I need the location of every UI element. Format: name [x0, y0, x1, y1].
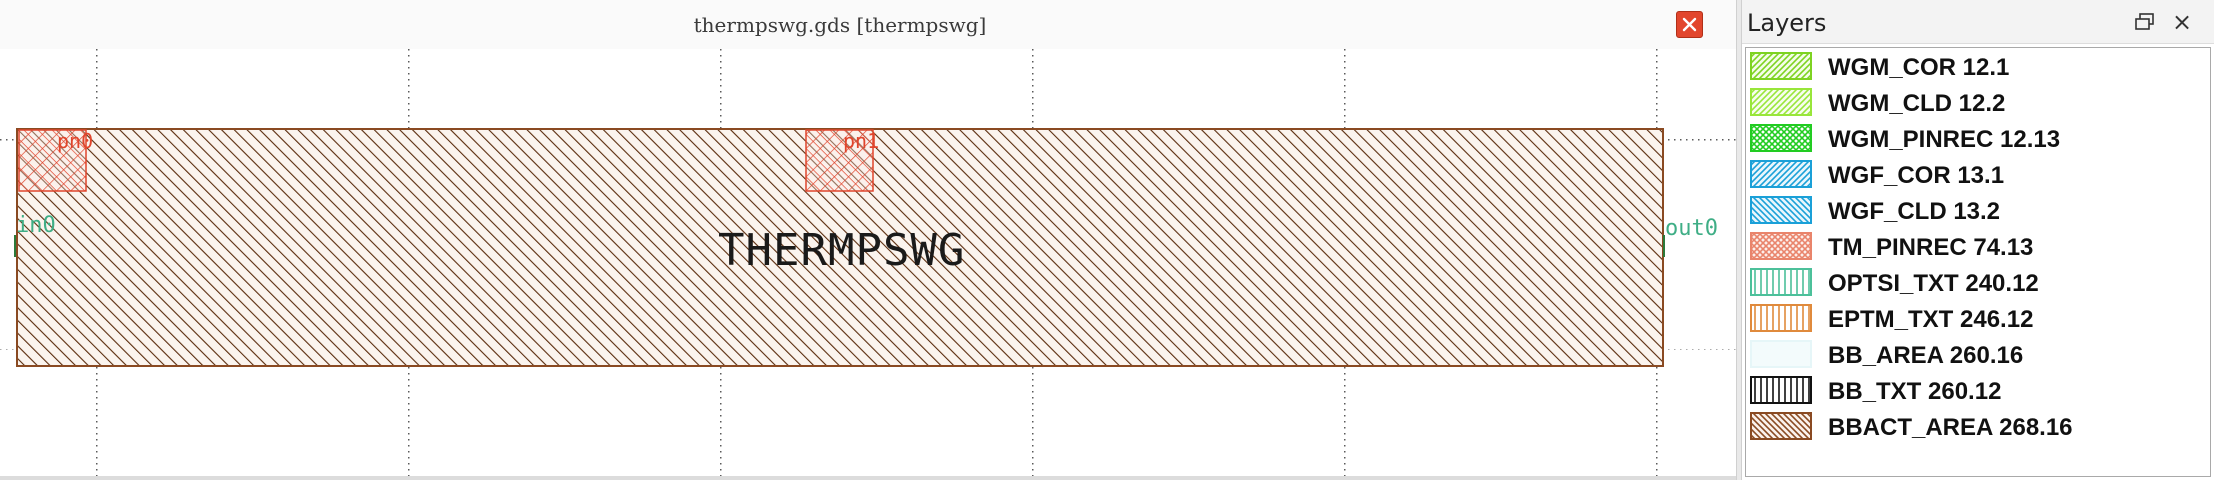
layer-row-wgf-cld[interactable]: WGF_CLD 13.2 [1746, 193, 2206, 229]
restore-window-icon [2135, 13, 2154, 30]
layer-swatch-icon [1750, 340, 1812, 368]
title-bar: thermpswg.gds [thermpswg] [0, 0, 1736, 49]
layer-label: TM_PINREC 74.13 [1828, 234, 2034, 261]
layer-row-bb-area[interactable]: BB_AREA 260.16 [1746, 337, 2206, 373]
layer-row-wgm-pinrec[interactable]: WGM_PINREC 12.13 [1746, 121, 2206, 157]
layer-label: BB_AREA 260.16 [1828, 342, 2024, 369]
float-button[interactable] [2134, 12, 2156, 32]
close-button[interactable] [1676, 11, 1703, 38]
layer-row-eptm-txt[interactable]: EPTM_TXT 246.12 [1746, 301, 2206, 337]
port-label-in0: in0 [16, 213, 56, 238]
close-icon [1682, 17, 1697, 32]
layer-swatch-icon [1750, 232, 1812, 260]
layer-label: WGM_CLD 12.2 [1828, 90, 2006, 117]
layer-row-bbact-area[interactable]: BBACT_AREA 268.16 [1746, 409, 2206, 445]
layer-swatch-icon [1750, 304, 1812, 332]
layer-swatch-icon [1750, 268, 1812, 296]
layer-label: WGM_PINREC 12.13 [1828, 126, 2061, 153]
window-title: thermpswg.gds [thermpswg] [693, 13, 987, 37]
port-label-pn0: pn0 [57, 129, 94, 153]
layer-row-wgf-cor[interactable]: WGF_COR 13.1 [1746, 157, 2206, 193]
layer-swatch-icon [1750, 196, 1812, 224]
layer-label: WGM_COR 12.1 [1828, 54, 2010, 81]
layout-editor-window: thermpswg.gds [thermpswg] pn0 pn1 in0 ou… [0, 0, 1736, 480]
layers-panel-title: Layers [1747, 9, 1827, 37]
layer-swatch-icon [1750, 160, 1812, 188]
layer-swatch-icon [1750, 376, 1812, 404]
panel-close-button[interactable]: × [2170, 10, 2194, 34]
layer-label: EPTM_TXT 246.12 [1828, 306, 2034, 333]
layer-label: BBACT_AREA 268.16 [1828, 414, 2073, 441]
layout-canvas[interactable]: pn0 pn1 in0 out0 THERMPSWG [0, 49, 1736, 480]
layer-swatch-icon [1750, 52, 1812, 80]
layer-swatch-icon [1750, 412, 1812, 440]
layers-panel: Layers × WGM_COR 12.1 WGM_CLD 12.2 WGM_P… [1742, 0, 2214, 480]
layer-label: OPTSI_TXT 240.12 [1828, 270, 2039, 297]
layer-row-wgm-cor[interactable]: WGM_COR 12.1 [1746, 49, 2206, 85]
port-label-pn1: pn1 [843, 129, 880, 153]
layers-panel-header: Layers × [1742, 0, 2214, 44]
layer-row-wgm-cld[interactable]: WGM_CLD 12.2 [1746, 85, 2206, 121]
layer-swatch-icon [1750, 124, 1812, 152]
layer-list[interactable]: WGM_COR 12.1 WGM_CLD 12.2 WGM_PINREC 12.… [1745, 47, 2211, 477]
layer-row-optsi-txt[interactable]: OPTSI_TXT 240.12 [1746, 265, 2206, 301]
component-label: THERMPSWG [718, 225, 966, 276]
layer-label: BB_TXT 260.12 [1828, 378, 2002, 405]
layer-row-tm-pinrec[interactable]: TM_PINREC 74.13 [1746, 229, 2206, 265]
layer-row-bb-txt[interactable]: BB_TXT 260.12 [1746, 373, 2206, 409]
canvas-bottom-edge [0, 476, 1736, 480]
layer-label: WGF_CLD 13.2 [1828, 198, 2001, 225]
layer-swatch-icon [1750, 88, 1812, 116]
close-icon: × [2171, 8, 2193, 36]
layer-label: WGF_COR 13.1 [1828, 162, 2005, 189]
port-label-out0: out0 [1665, 216, 1718, 241]
